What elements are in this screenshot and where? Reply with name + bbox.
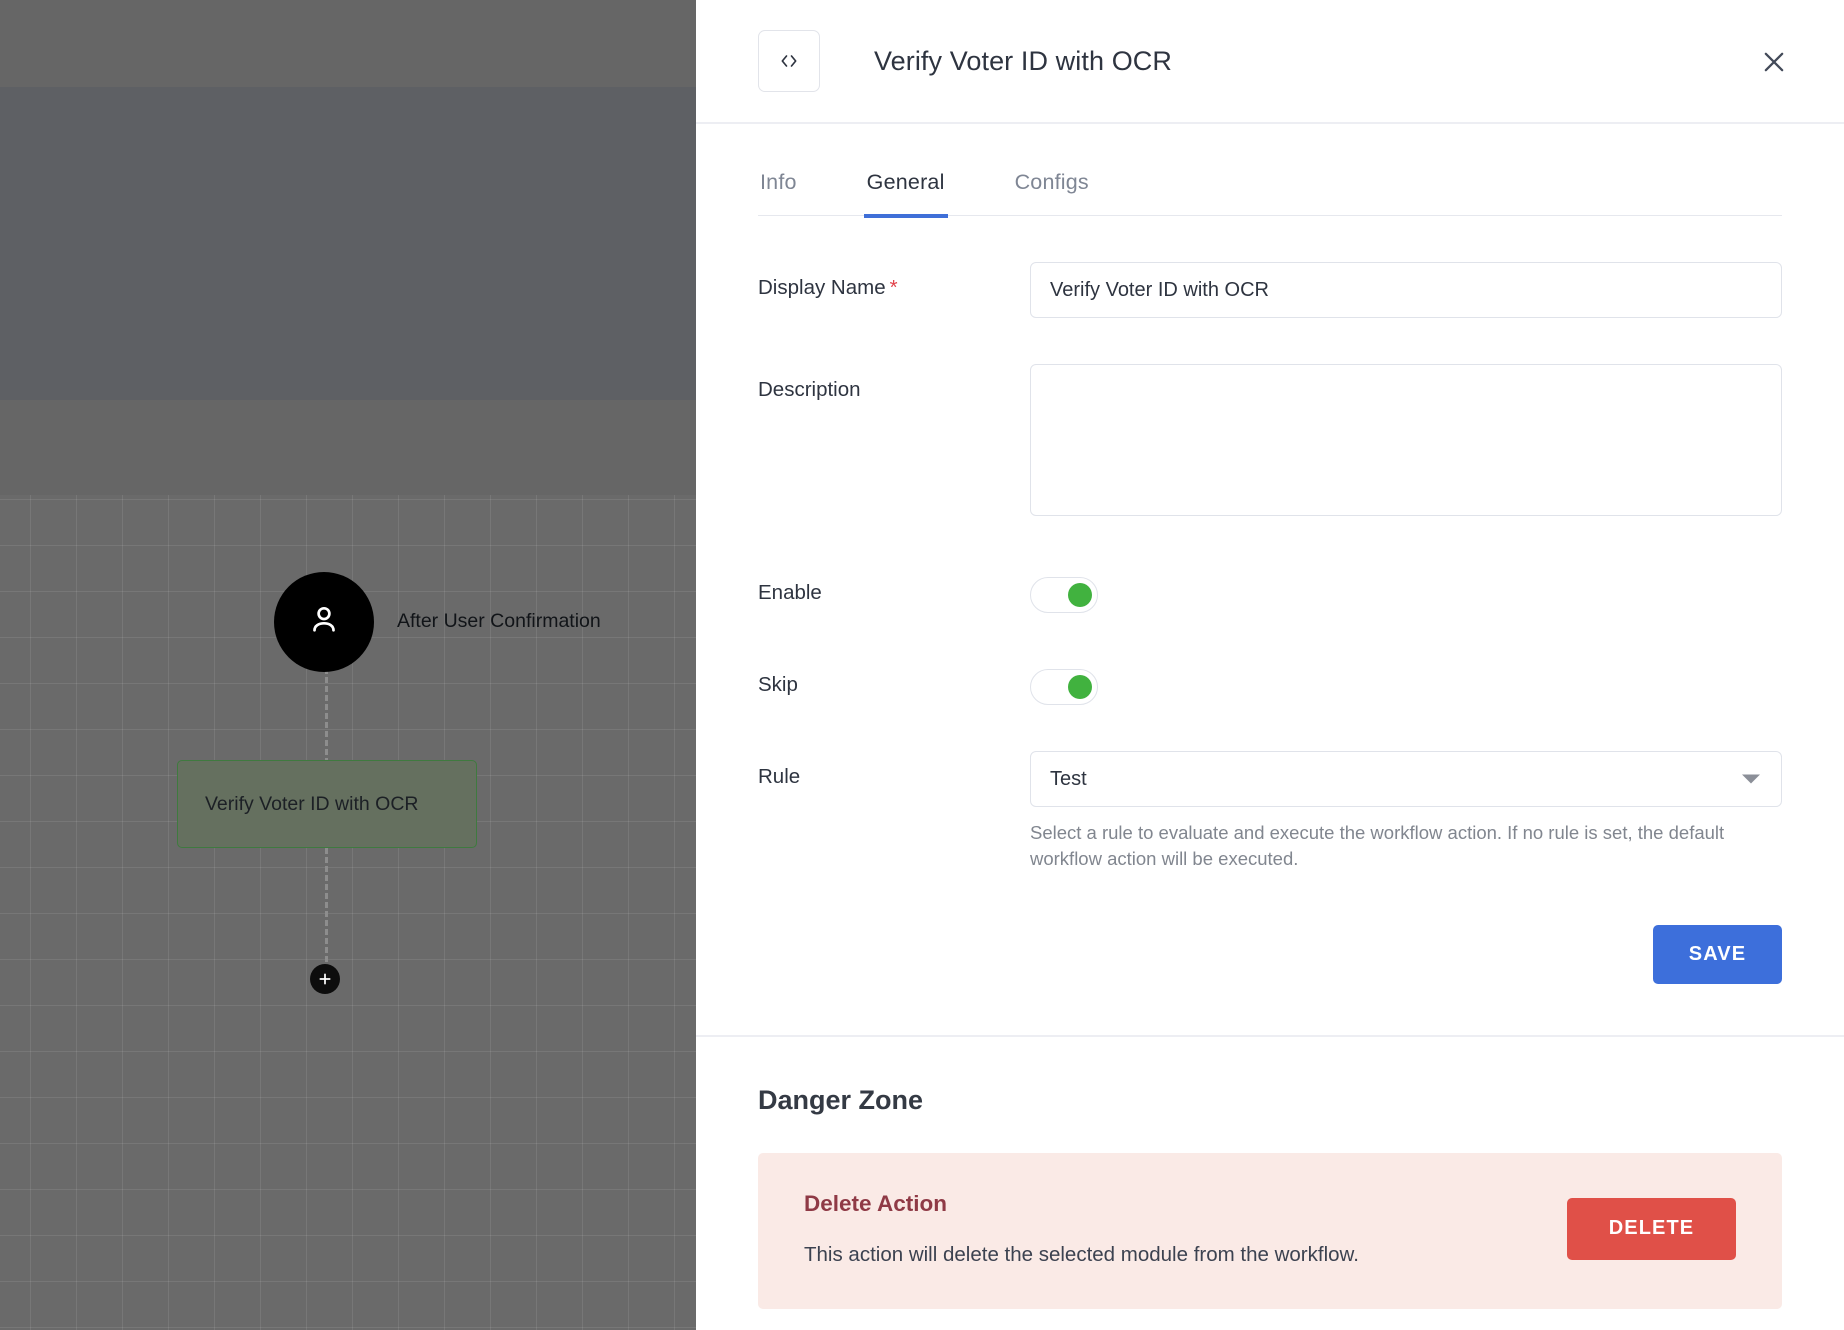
rule-select[interactable]: Test [1030,751,1782,807]
description-field [1030,364,1782,521]
description-row: Description [758,364,1782,521]
tab-configs[interactable]: Configs [1015,170,1089,215]
canvas-toolbar [0,87,696,400]
rule-field: Test Select a rule to evaluate and execu… [1030,751,1782,873]
skip-toggle[interactable] [1030,669,1098,705]
save-row: SAVE [696,924,1844,984]
description-textarea[interactable] [1030,364,1782,516]
panel-tabs: Info General Configs [758,124,1782,218]
plus-icon [319,973,331,985]
display-name-label: Display Name * [758,262,1030,300]
save-button[interactable]: SAVE [1653,924,1782,984]
skip-row: Skip [758,659,1782,705]
delete-action-heading: Delete Action [804,1190,947,1216]
display-name-input[interactable] [1030,262,1782,318]
panel-title: Verify Voter ID with OCR [874,45,1172,76]
section-divider [696,1034,1844,1037]
skip-field [1030,659,1782,705]
rule-select-value: Test [1050,767,1087,790]
action-node-verify-voter-id[interactable]: Verify Voter ID with OCR [177,760,477,848]
action-details-panel: Verify Voter ID with OCR Info General Co… [696,0,1844,1330]
display-name-label-text: Display Name [758,276,886,299]
skip-toggle-knob [1068,675,1092,699]
tab-info[interactable]: Info [760,170,797,215]
code-brackets-icon [758,30,820,92]
enable-label: Enable [758,581,822,604]
enable-row: Enable [758,567,1782,613]
rule-hint-text: Select a rule to evaluate and execute th… [1030,822,1725,870]
canvas-topbar [0,0,696,87]
description-label: Description [758,378,861,401]
action-node-label: Verify Voter ID with OCR [205,792,419,815]
rule-select-wrapper: Test [1030,751,1782,807]
delete-action-description: This action will delete the selected mod… [804,1242,1359,1266]
tab-general[interactable]: General [863,170,948,218]
enable-field [1030,567,1782,613]
close-icon [1764,52,1784,72]
add-step-button[interactable] [310,964,340,994]
delete-button[interactable]: DELETE [1567,1197,1736,1260]
workflow-canvas[interactable]: After User Confirmation Verify Voter ID … [0,0,696,1330]
danger-zone-text-group: Delete Action This action will delete th… [804,1191,1359,1267]
trigger-node-label: After User Confirmation [397,610,601,632]
skip-label: Skip [758,673,798,696]
danger-zone-box: Delete Action This action will delete th… [758,1152,1782,1309]
enable-toggle[interactable] [1030,577,1098,613]
display-name-row: Display Name * [758,262,1782,318]
canvas-subbar [0,400,696,495]
danger-zone-title: Danger Zone [758,1084,924,1115]
general-form: Display Name* Description Enable Skip [696,262,1844,873]
close-button[interactable] [1750,38,1798,86]
user-icon [305,601,343,644]
rule-row: Rule Test Select a rule to evaluate and … [758,751,1782,873]
trigger-node[interactable] [274,572,374,672]
rule-label: Rule [758,765,801,788]
enable-toggle-knob [1068,583,1092,607]
required-marker: * [889,276,898,299]
panel-header: Verify Voter ID with OCR [696,0,1844,124]
display-name-field [1030,262,1782,318]
